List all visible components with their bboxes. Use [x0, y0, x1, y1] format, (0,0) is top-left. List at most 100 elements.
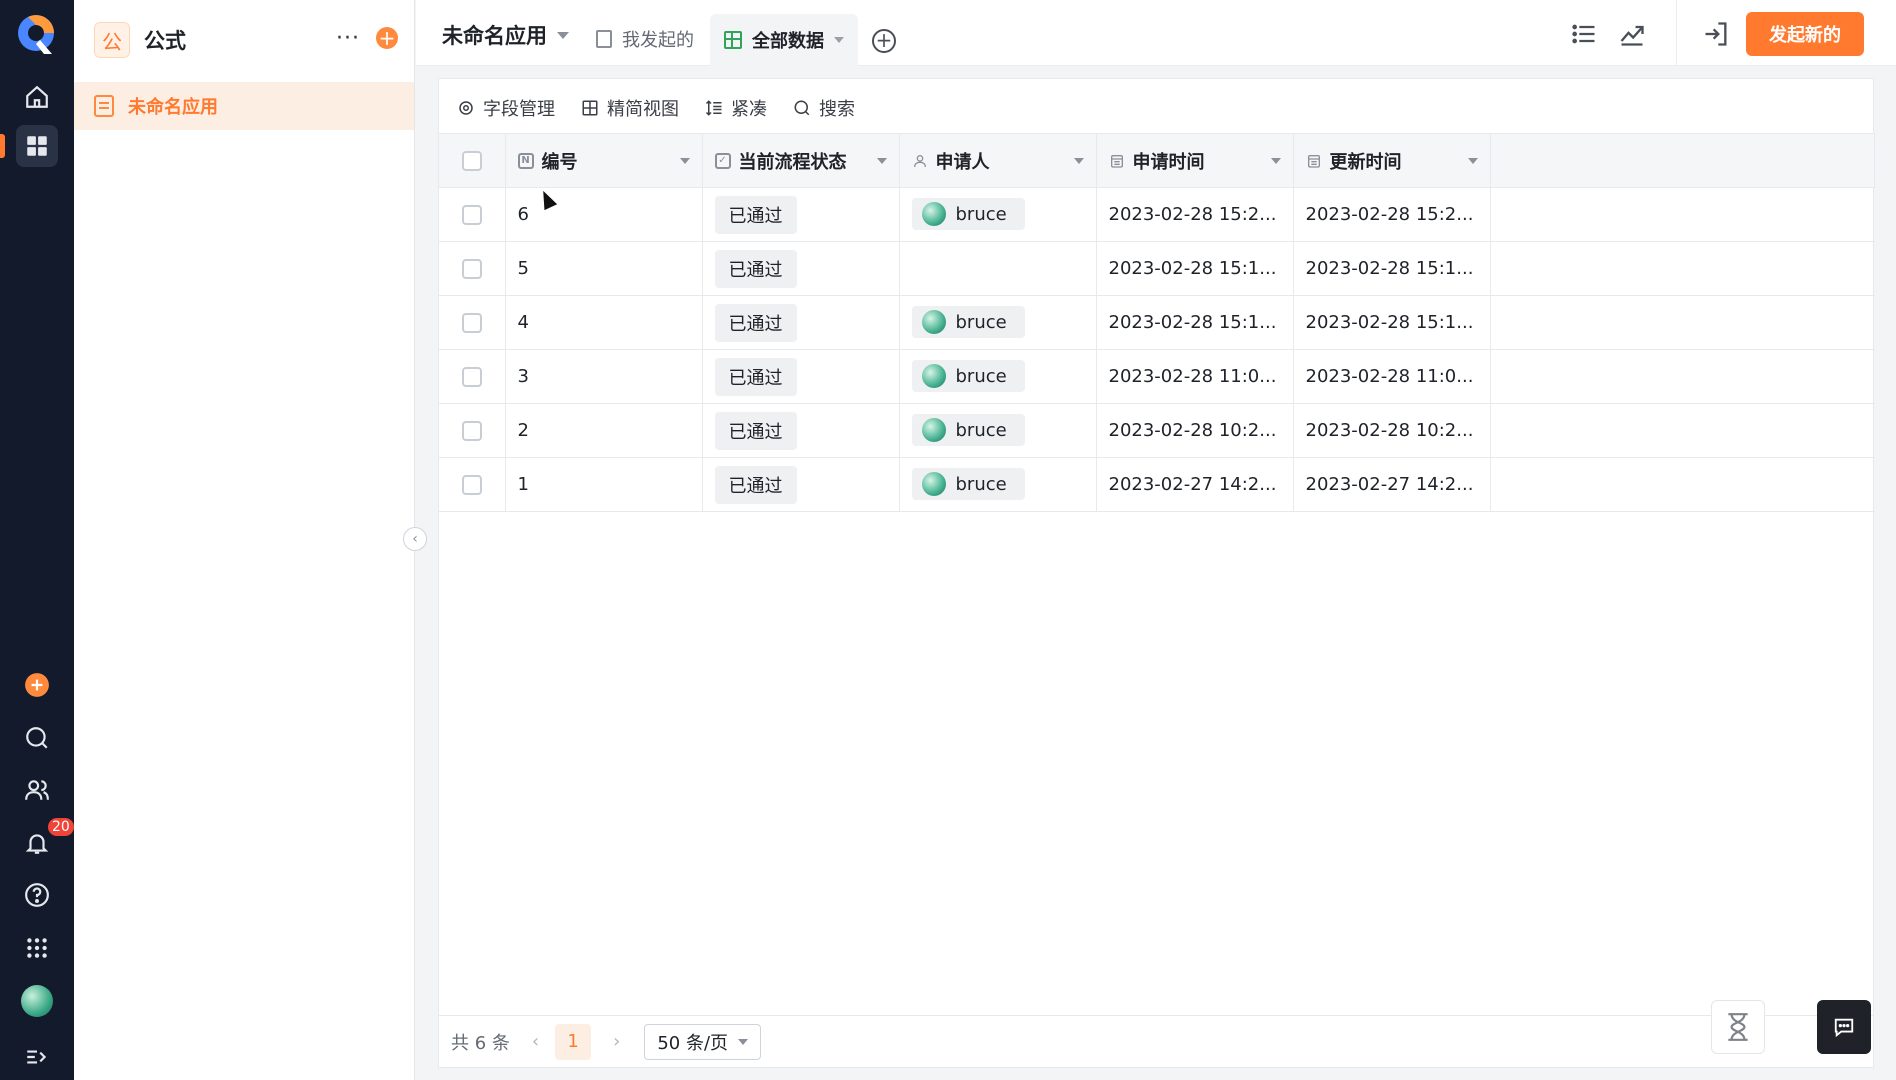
user-chip[interactable]: bruce: [911, 360, 1025, 392]
cell-spacer: [1490, 403, 1875, 458]
avatar: [921, 364, 946, 388]
cell-status: 已通过: [702, 403, 900, 458]
expand-icon[interactable]: [16, 1036, 58, 1078]
cell-apply-time: 2023-02-28 15:2...: [1096, 187, 1294, 242]
notification-badge: 20: [48, 818, 74, 836]
chevron-down-icon: [834, 37, 844, 43]
collapse-sidebar-button[interactable]: ‹: [403, 527, 427, 551]
create-new-button[interactable]: 发起新的: [1746, 12, 1864, 56]
user-chip[interactable]: bruce: [911, 198, 1025, 230]
toolbar-label: 搜索: [819, 99, 855, 120]
trend-chart-icon[interactable]: [1618, 20, 1646, 48]
add-circle-icon[interactable]: [16, 664, 58, 706]
user-chip[interactable]: bruce: [911, 468, 1025, 500]
form-icon: [596, 30, 612, 48]
cell-status: 已通过: [702, 241, 900, 296]
select-all-checkbox[interactable]: [461, 151, 482, 171]
user-chip[interactable]: bruce: [911, 414, 1025, 446]
chevron-down-icon[interactable]: [1467, 157, 1478, 164]
column-header-id[interactable]: N 编号: [505, 133, 703, 188]
page-number-current[interactable]: 1: [555, 1023, 592, 1060]
user-name: bruce: [955, 311, 1007, 333]
apps-grid-icon[interactable]: [16, 125, 58, 167]
row-checkbox[interactable]: [461, 259, 482, 279]
cell-id: 2: [505, 403, 703, 458]
user-icon: [913, 154, 926, 167]
layout-icon: [582, 100, 598, 116]
row-checkbox[interactable]: [461, 367, 482, 387]
help-icon[interactable]: [16, 874, 58, 916]
avatar: [921, 418, 946, 442]
page-size-value: 50 条/页: [657, 1032, 729, 1054]
checkbox-field-icon: ✓: [714, 152, 731, 169]
row-checkbox[interactable]: [461, 475, 482, 495]
cell-applicant: [899, 241, 1097, 296]
column-header-apply-time[interactable]: 申请时间: [1096, 133, 1294, 188]
chat-icon[interactable]: [1817, 1000, 1871, 1054]
row-checkbox[interactable]: [461, 313, 482, 333]
column-header-applicant[interactable]: 申请人: [899, 133, 1097, 188]
more-options-icon[interactable]: ···: [336, 26, 360, 51]
toolbar-label: 紧凑: [731, 99, 767, 120]
cell-apply-time: 2023-02-27 14:2...: [1096, 457, 1294, 512]
brand-logo[interactable]: [14, 12, 58, 58]
user-chip[interactable]: bruce: [911, 306, 1025, 338]
table-row[interactable]: 3 已通过 bruce 2023-02-28 11:0... 2023-02-2…: [439, 349, 1875, 404]
compact-button[interactable]: 紧凑: [705, 95, 767, 121]
status-badge: 已通过: [714, 357, 797, 396]
table-row[interactable]: 1 已通过 bruce 2023-02-27 14:2... 2023-02-2…: [439, 457, 1875, 512]
pagination-bar: 共 6 条 ‹ 1 › 50 条/页: [439, 1015, 1873, 1067]
divider: [1676, 0, 1677, 66]
list-view-icon[interactable]: [1570, 20, 1598, 48]
table-row[interactable]: 4 已通过 bruce 2023-02-28 15:1... 2023-02-2…: [439, 295, 1875, 350]
tab-my-submissions[interactable]: 我发起的: [596, 26, 694, 52]
row-checkbox[interactable]: [461, 205, 482, 225]
chevron-down-icon[interactable]: [1073, 157, 1084, 164]
chevron-down-icon[interactable]: [679, 157, 690, 164]
chevron-down-icon[interactable]: [876, 157, 887, 164]
page-size-select[interactable]: 50 条/页: [644, 1023, 762, 1060]
user-avatar[interactable]: [21, 985, 53, 1017]
cell-apply-time: 2023-02-28 15:1...: [1096, 241, 1294, 296]
add-item-icon[interactable]: +: [376, 27, 398, 49]
search-icon: [794, 100, 810, 116]
table-icon: [724, 31, 742, 49]
cell-applicant: bruce: [899, 349, 1097, 404]
cell-spacer: [1490, 349, 1875, 404]
gear-icon: [459, 101, 473, 115]
cell-spacer: [1490, 187, 1875, 242]
app-title-dropdown[interactable]: 未命名应用: [442, 20, 569, 50]
toolbar-label: 精简视图: [607, 99, 679, 120]
next-page-icon[interactable]: ›: [613, 1031, 620, 1052]
cell-update-time: 2023-02-27 14:2...: [1293, 457, 1491, 512]
row-select-cell: [439, 457, 506, 512]
add-view-icon[interactable]: +: [872, 29, 896, 53]
app-launcher-icon[interactable]: [16, 927, 58, 969]
cell-spacer: [1490, 295, 1875, 350]
avatar: [921, 202, 946, 226]
row-checkbox[interactable]: [461, 421, 482, 441]
sidebar-item-untitled-app[interactable]: 未命名应用: [74, 82, 414, 130]
app-name: 公式: [144, 29, 186, 53]
cell-spacer: [1490, 241, 1875, 296]
table-row[interactable]: 5 已通过 2023-02-28 15:1... 2023-02-28 15:1…: [439, 241, 1875, 296]
cell-id: 5: [505, 241, 703, 296]
cell-applicant: bruce: [899, 187, 1097, 242]
search-button[interactable]: 搜索: [793, 95, 855, 121]
column-header-update-time[interactable]: 更新时间: [1293, 133, 1491, 188]
row-height-icon: [705, 100, 722, 116]
table-row[interactable]: 2 已通过 bruce 2023-02-28 10:2... 2023-02-2…: [439, 403, 1875, 458]
home-icon[interactable]: [16, 76, 58, 118]
prev-page-icon[interactable]: ‹: [532, 1031, 539, 1052]
table-row[interactable]: 6 已通过 bruce 2023-02-28 15:2... 2023-02-2…: [439, 187, 1875, 242]
contacts-icon[interactable]: [16, 769, 58, 811]
field-management-button[interactable]: 字段管理: [457, 95, 555, 121]
chevron-down-icon[interactable]: [1270, 157, 1281, 164]
tab-all-data[interactable]: 全部数据: [710, 14, 858, 66]
simple-view-button[interactable]: 精简视图: [581, 95, 679, 121]
cell-status: 已通过: [702, 187, 900, 242]
search-icon[interactable]: [16, 717, 58, 759]
hourglass-icon[interactable]: [1711, 1000, 1765, 1054]
exit-icon[interactable]: [1702, 20, 1730, 48]
column-header-status[interactable]: ✓ 当前流程状态: [702, 133, 900, 188]
